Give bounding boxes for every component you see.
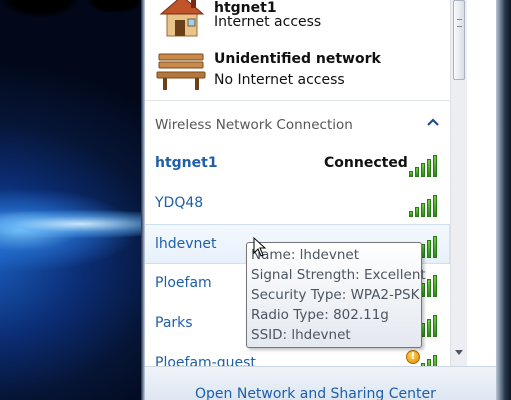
network-name: Unidentified network [214, 51, 381, 67]
wifi-name: lhdevnet [155, 236, 217, 252]
network-item-htgnet1[interactable]: htgnet1 Internet access [145, 0, 450, 37]
chevron-up-icon[interactable] [425, 115, 441, 131]
signal-strength-icon [409, 153, 439, 177]
wallpaper-tree-silhouette [0, 0, 145, 22]
wifi-item-htgnet1[interactable]: htgnet1 Connected [145, 144, 450, 184]
network-list-scrollbar[interactable] [450, 0, 467, 366]
network-details-tooltip: Name: lhdevnet Signal Strength: Excellen… [246, 242, 426, 348]
signal-strength-icon [409, 193, 439, 217]
window-frame-right [496, 0, 511, 400]
desktop-wallpaper [0, 0, 145, 400]
tooltip-radio-type: Radio Type: 802.11g [251, 307, 389, 323]
network-item-unidentified[interactable]: Unidentified network No Internet access [145, 42, 450, 98]
tooltip-ssid: SSID: lhdevnet [251, 327, 351, 343]
wallpaper-horizon-glow [0, 210, 145, 238]
house-icon [159, 0, 205, 37]
tooltip-name: Name: lhdevnet [251, 247, 359, 263]
wifi-name: Ploefam [155, 275, 212, 291]
open-network-sharing-center-link[interactable]: Open Network and Sharing Center [195, 386, 436, 400]
wifi-name: YDQ48 [155, 195, 204, 211]
tooltip-signal-strength: Signal Strength: Excellent [251, 267, 426, 283]
network-status: Internet access [214, 14, 322, 30]
wifi-name: Parks [155, 315, 193, 331]
wifi-item-ydq48[interactable]: YDQ48 [145, 184, 450, 224]
network-status: No Internet access [214, 72, 345, 88]
scrollbar-thumb[interactable] [453, 0, 465, 80]
scroll-down-arrow-icon[interactable] [455, 350, 463, 355]
park-bench-icon [156, 53, 206, 90]
wireless-section-title: Wireless Network Connection [155, 117, 353, 133]
mouse-cursor-icon [253, 237, 267, 257]
section-divider [145, 100, 450, 101]
wifi-connection-state: Connected [324, 155, 408, 171]
flyout-footer: Open Network and Sharing Center [145, 366, 496, 400]
wifi-name: htgnet1 [155, 155, 218, 171]
tooltip-security-type: Security Type: WPA2-PSK [251, 287, 420, 303]
